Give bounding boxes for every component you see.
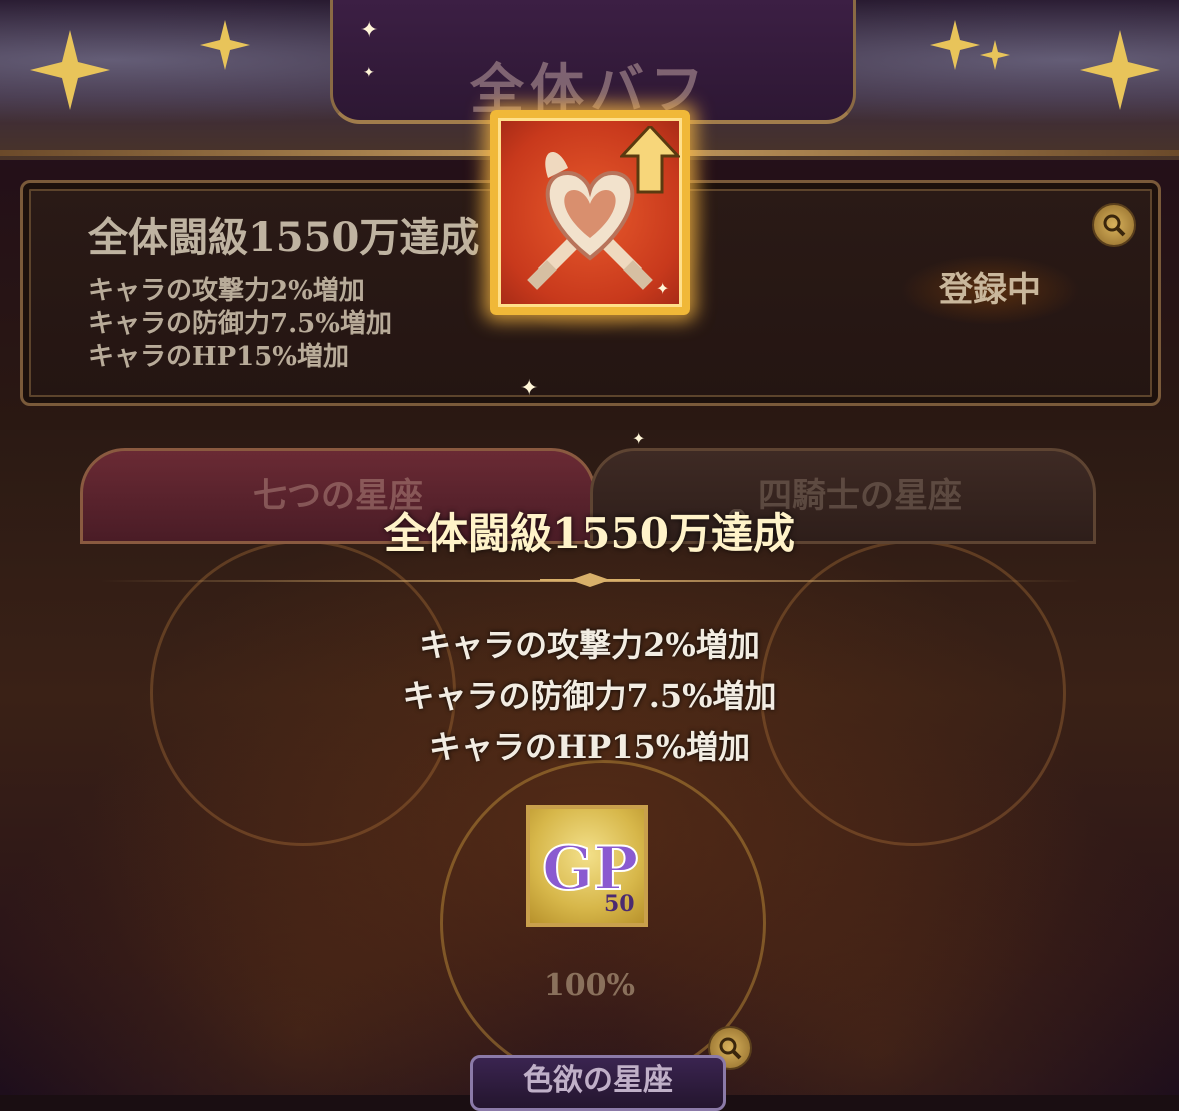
buff-card-title: 全体闘級1550万達成 bbox=[88, 214, 480, 261]
star-decoration-icon bbox=[930, 20, 980, 70]
star-decoration-icon bbox=[200, 20, 250, 70]
registered-status-button[interactable]: 登録中 bbox=[900, 255, 1080, 325]
popup-title: 全体闘級1550万達成 bbox=[384, 509, 795, 558]
gp-reward-icon[interactable]: GP 50 bbox=[526, 805, 648, 927]
star-decoration-icon bbox=[30, 30, 110, 110]
reward-amount: 50 bbox=[604, 891, 635, 917]
divider-ornament bbox=[540, 573, 640, 587]
sparkle-icon: ✦ bbox=[632, 429, 646, 448]
sparkle-icon: ✦ bbox=[520, 376, 539, 401]
buff-card-effect: キャラのHP15%増加 bbox=[88, 342, 350, 372]
popup-effect-hp: キャラのHP15%増加 bbox=[428, 728, 751, 766]
buff-card-effect: キャラの攻撃力2%増加 bbox=[88, 276, 365, 306]
constellation-name-button[interactable]: 色欲の星座 bbox=[470, 1055, 726, 1111]
sparkle-icon: ✦ bbox=[363, 65, 375, 81]
up-arrow-icon bbox=[620, 126, 680, 194]
sparkle-icon: ✦ bbox=[656, 279, 670, 298]
star-decoration-icon bbox=[980, 40, 1010, 70]
sparkle-icon: ✦ bbox=[360, 18, 379, 43]
buff-card-effect: キャラの防御力7.5%増加 bbox=[88, 309, 392, 339]
star-decoration-icon bbox=[1080, 30, 1160, 110]
popup-effect-attack: キャラの攻撃力2%増加 bbox=[419, 626, 760, 664]
popup-effect-defense: キャラの防御力7.5%増加 bbox=[402, 677, 777, 715]
magnifier-icon[interactable] bbox=[1092, 203, 1136, 247]
constellation-progress: 100% bbox=[543, 968, 636, 1003]
